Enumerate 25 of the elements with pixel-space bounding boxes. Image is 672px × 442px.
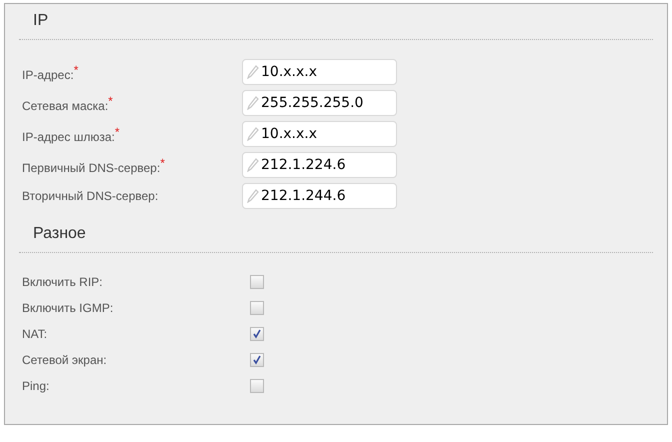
input-field[interactable]: 10.x.x.x [242, 59, 397, 85]
option-label: NAT: [22, 326, 48, 343]
pencil-icon [247, 96, 259, 110]
checkbox[interactable] [250, 353, 264, 367]
checkbox[interactable] [250, 301, 264, 315]
pencil-icon [247, 189, 259, 203]
input-field[interactable]: 255.255.255.0 [242, 90, 397, 116]
option-label: Включить RIP: [22, 274, 104, 291]
section-title: IP [32, 11, 48, 31]
option-label: Сетевой экран: [22, 352, 108, 369]
input-field[interactable]: 212.1.244.6 [242, 183, 397, 209]
check-icon [252, 329, 262, 339]
section-title: Разное [32, 224, 86, 244]
pencil-icon [247, 127, 259, 141]
check-icon [252, 355, 262, 365]
input-field[interactable]: 10.x.x.x [242, 121, 397, 147]
pencil-icon [247, 158, 259, 172]
pencil-icon [247, 65, 259, 79]
field-label: Вторичный DNS-сервер: [22, 190, 160, 202]
option-label: Включить IGMP: [22, 300, 114, 317]
checkbox[interactable] [250, 379, 264, 393]
checkbox[interactable] [250, 327, 264, 341]
checkbox[interactable] [250, 275, 264, 289]
input-field[interactable]: 212.1.224.6 [242, 152, 397, 178]
option-label: Ping: [22, 378, 50, 395]
